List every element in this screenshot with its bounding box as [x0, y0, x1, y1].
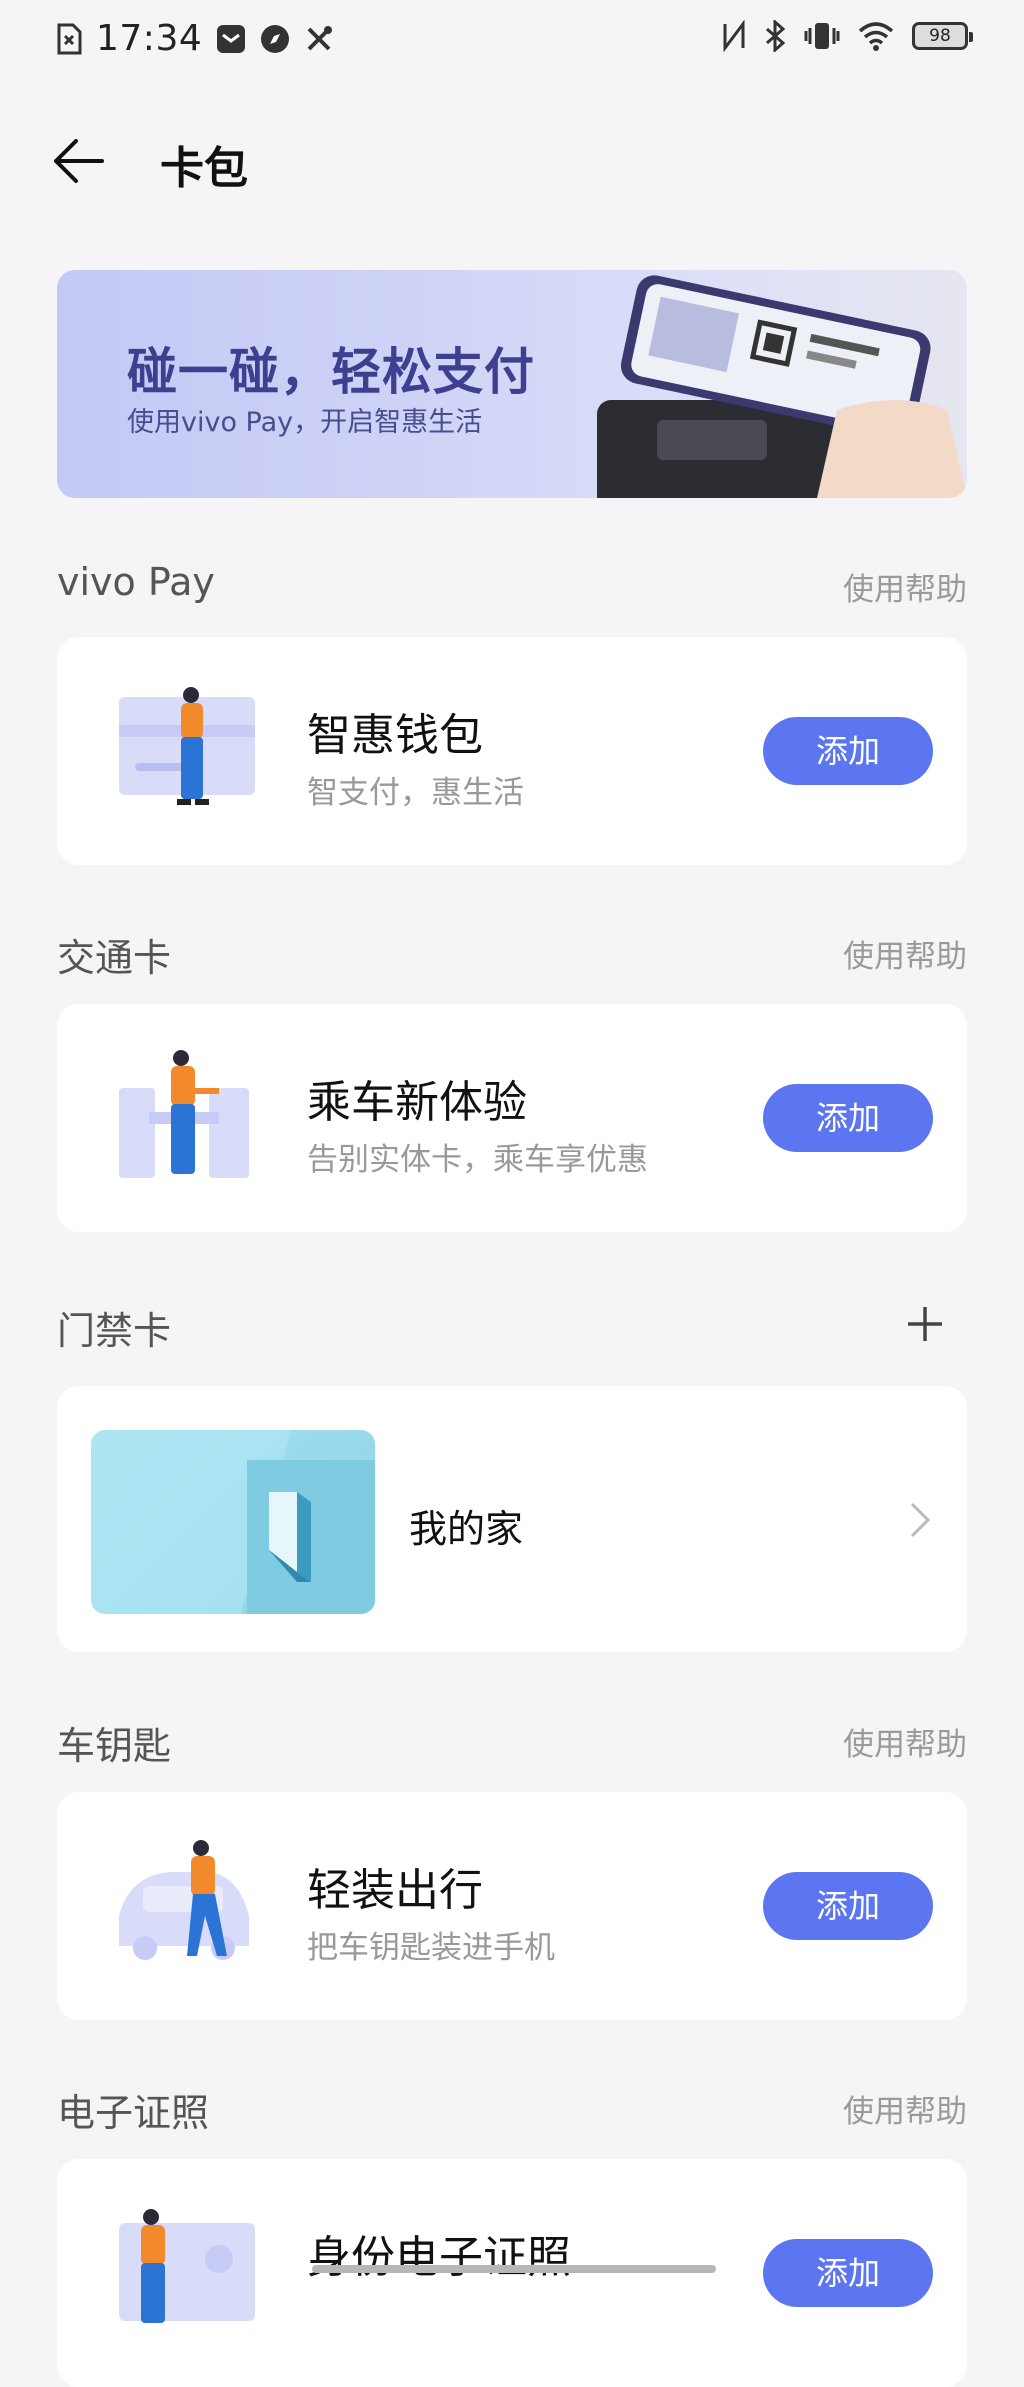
section-title: 车钥匙: [57, 1724, 172, 1768]
wallet-card[interactable]: 智惠钱包 智支付，惠生活 添加: [57, 637, 967, 865]
section-title: 门禁卡: [57, 1309, 172, 1353]
help-link[interactable]: 使用帮助: [843, 564, 967, 609]
card-name: 乘车新体验: [307, 1077, 527, 1128]
add-icon[interactable]: [905, 1304, 945, 1344]
help-link[interactable]: 使用帮助: [843, 2086, 967, 2131]
sim-error-icon: [57, 23, 82, 54]
back-arrow-icon[interactable]: [50, 136, 110, 186]
access-card-thumbnail: [91, 1430, 375, 1614]
section-header-carkey: 车钥匙 使用帮助: [57, 1715, 967, 1775]
section-title: 电子证照: [57, 2091, 210, 2135]
battery-icon: 98: [912, 22, 973, 50]
section-header-access: 门禁卡: [57, 1300, 967, 1360]
phone-payment-illustration: [597, 275, 967, 498]
card-description: 把车钥匙装进手机: [307, 1930, 555, 1966]
card-description: 智支付，惠生活: [307, 775, 524, 811]
add-carkey-button[interactable]: 添加: [763, 1872, 933, 1940]
bluetooth-icon: [766, 20, 786, 52]
card-name: 智惠钱包: [307, 710, 483, 761]
home-indicator[interactable]: [312, 2265, 716, 2273]
add-eid-button[interactable]: 添加: [763, 2239, 933, 2307]
clock: 17:34: [96, 18, 203, 59]
banner-subtitle: 使用vivo Pay，开启智惠生活: [127, 407, 483, 438]
transit-gate-illustration: [119, 1050, 249, 1178]
tools-icon: [307, 25, 333, 50]
section-header-vivopay: vivo Pay 使用帮助: [57, 560, 967, 620]
status-bar: 17:34 98: [0, 0, 1024, 80]
eid-card[interactable]: 身份电子证照 添加: [57, 2159, 967, 2387]
chevron-right-icon: [910, 1502, 931, 1538]
page-title: 卡包: [160, 143, 248, 194]
promo-banner[interactable]: 碰一碰，轻松支付 使用vivo Pay，开启智惠生活: [57, 270, 967, 498]
help-link[interactable]: 使用帮助: [843, 1719, 967, 1764]
card-name: 身份电子证照: [307, 2232, 571, 2283]
banner-title: 碰一碰，轻松支付: [127, 343, 535, 401]
section-header-transit: 交通卡 使用帮助: [57, 927, 967, 987]
wallet-illustration: [119, 687, 255, 805]
wifi-icon: [858, 22, 894, 51]
carkey-card[interactable]: 轻装出行 把车钥匙装进手机 添加: [57, 1792, 967, 2020]
transit-card[interactable]: 乘车新体验 告别实体卡，乘车享优惠 添加: [57, 1004, 967, 1232]
access-card-name: 我的家: [409, 1507, 524, 1551]
add-wallet-button[interactable]: 添加: [763, 717, 933, 785]
section-title: vivo Pay: [57, 560, 215, 604]
nfc-icon: [723, 20, 745, 52]
help-link[interactable]: 使用帮助: [843, 931, 967, 976]
app-header: 卡包: [0, 120, 1024, 200]
access-card-item[interactable]: 我的家: [57, 1386, 967, 1652]
add-transit-button[interactable]: 添加: [763, 1084, 933, 1152]
vibrate-icon: [804, 23, 840, 49]
id-card-illustration: [119, 2209, 255, 2323]
section-header-eid: 电子证照 使用帮助: [57, 2082, 967, 2142]
section-title: 交通卡: [57, 936, 172, 980]
car-key-illustration: [119, 1840, 249, 1960]
card-name: 轻装出行: [307, 1865, 483, 1916]
compass-icon: [261, 24, 290, 53]
card-description: 告别实体卡，乘车享优惠: [307, 1142, 648, 1178]
message-icon: [217, 24, 246, 53]
